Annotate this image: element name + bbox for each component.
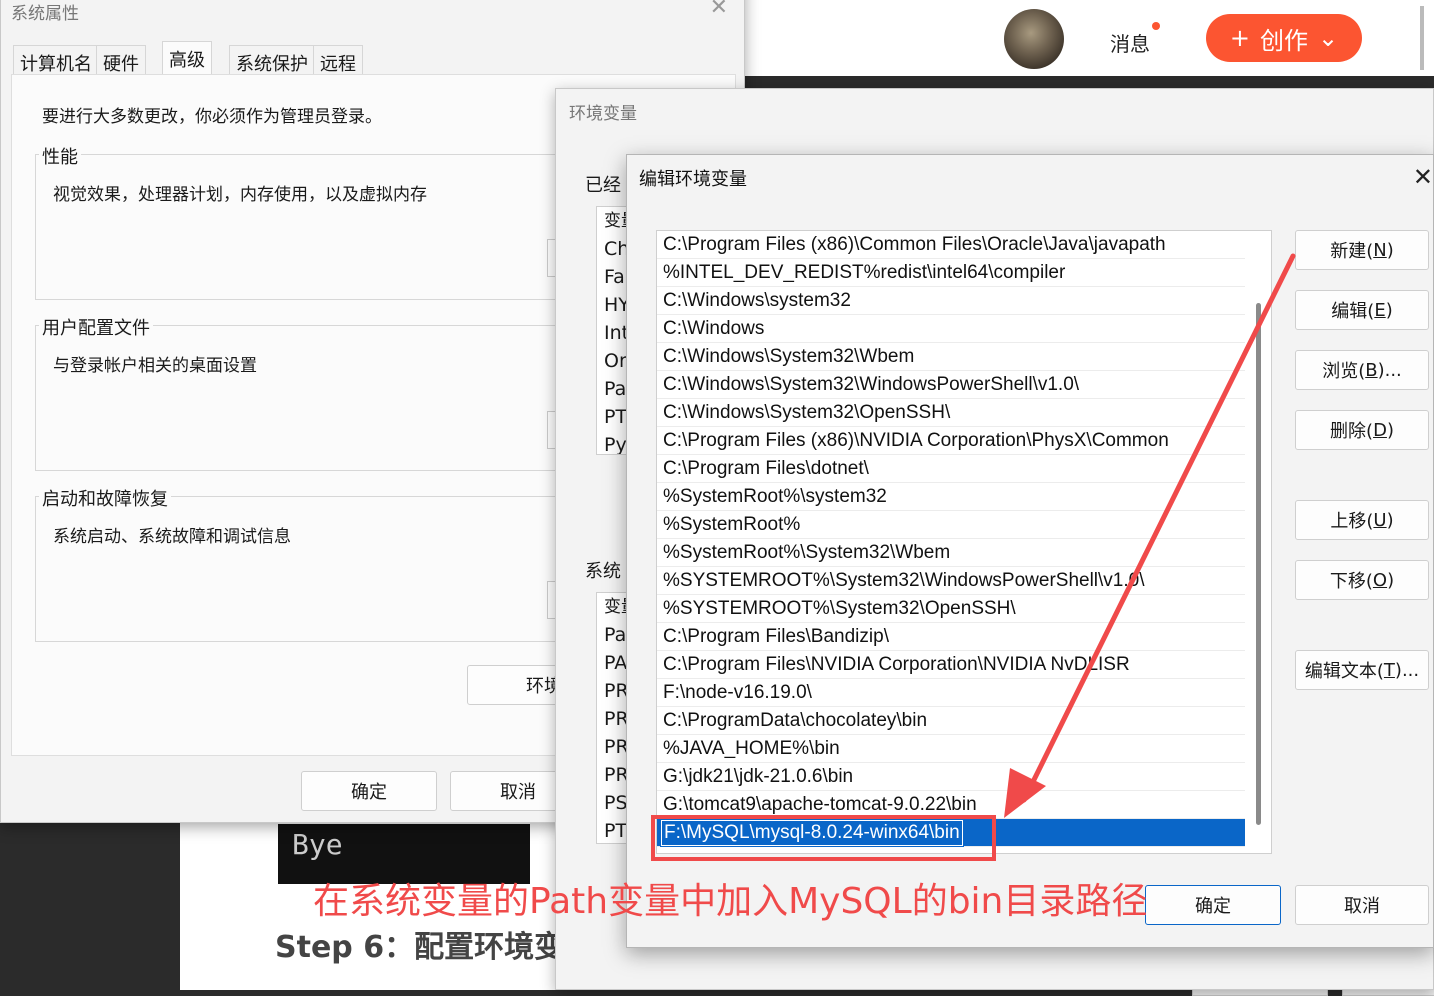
create-label: 创作: [1260, 26, 1308, 55]
path-entry[interactable]: %SYSTEMROOT%\System32\OpenSSH\: [657, 595, 1245, 623]
path-entry[interactable]: C:\Windows: [657, 315, 1245, 343]
path-entry[interactable]: C:\Program Files (x86)\NVIDIA Corporatio…: [657, 427, 1245, 455]
path-entry[interactable]: C:\Program Files\NVIDIA Corporation\NVID…: [657, 651, 1245, 679]
dialog-title: 环境变量: [569, 104, 637, 124]
ok-button[interactable]: 确定: [1145, 885, 1281, 925]
path-entry[interactable]: C:\Windows\system32: [657, 287, 1245, 315]
path-entry[interactable]: C:\Program Files (x86)\Common Files\Orac…: [657, 231, 1245, 259]
startup-recovery-description: 系统启动、系统故障和调试信息: [53, 527, 291, 547]
path-entry[interactable]: %INTEL_DEV_REDIST%redist\intel64\compile…: [657, 259, 1245, 287]
ok-button[interactable]: 确定: [301, 771, 437, 811]
tab-system-protection[interactable]: 系统保护: [229, 45, 315, 75]
new-button[interactable]: 新建(N): [1295, 230, 1429, 270]
close-icon[interactable]: ✕: [710, 0, 728, 20]
startup-recovery-title: 启动和故障恢复: [39, 485, 171, 511]
startup-recovery-group: [35, 496, 575, 642]
path-entry[interactable]: C:\ProgramData\chocolatey\bin: [657, 707, 1245, 735]
chevron-down-icon: ⌄: [1318, 24, 1339, 52]
annotation-highlight-box: [651, 815, 996, 861]
path-entry[interactable]: C:\Windows\System32\Wbem: [657, 343, 1245, 371]
dialog-title: 系统属性: [11, 4, 79, 24]
user-profiles-group: [35, 325, 575, 471]
edit-button[interactable]: 编辑(E): [1295, 290, 1429, 330]
path-list-scrollbar[interactable]: [1256, 303, 1261, 825]
notification-dot: [1152, 22, 1160, 30]
path-entry[interactable]: C:\Windows\System32\WindowsPowerShell\v1…: [657, 371, 1245, 399]
tab-computer-name[interactable]: 计算机名: [13, 45, 99, 75]
tab-remote[interactable]: 远程: [313, 45, 363, 75]
performance-title: 性能: [39, 143, 81, 169]
performance-description: 视觉效果，处理器计划，内存使用，以及虚拟内存: [53, 185, 427, 205]
avatar[interactable]: [1004, 9, 1064, 69]
path-entry[interactable]: G:\jdk21\jdk-21.0.6\bin: [657, 763, 1245, 791]
browse-button[interactable]: 浏览(B)...: [1295, 350, 1429, 390]
path-entry[interactable]: C:\Windows\System32\OpenSSH\: [657, 399, 1245, 427]
step-heading: Step 6：配置环境变: [275, 930, 565, 965]
messages-link[interactable]: 消息: [1110, 28, 1150, 57]
system-variables-label: 系统: [585, 561, 621, 582]
user-variables-label: 已经: [585, 175, 621, 196]
path-entry[interactable]: C:\Program Files\Bandizip\: [657, 623, 1245, 651]
path-entry[interactable]: %SYSTEMROOT%\System32\WindowsPowerShell\…: [657, 567, 1245, 595]
path-entry[interactable]: %SystemRoot%: [657, 511, 1245, 539]
path-entry[interactable]: %SystemRoot%\System32\Wbem: [657, 539, 1245, 567]
edit-text-button[interactable]: 编辑文本(T)...: [1295, 650, 1429, 690]
delete-button[interactable]: 删除(D): [1295, 410, 1429, 450]
path-entries-list[interactable]: C:\Program Files (x86)\Common Files\Orac…: [656, 230, 1272, 854]
dialog-title: 编辑环境变量: [639, 169, 747, 190]
path-entry[interactable]: %JAVA_HOME%\bin: [657, 735, 1245, 763]
move-down-button[interactable]: 下移(O): [1295, 560, 1429, 600]
path-entry[interactable]: F:\node-v16.19.0\: [657, 679, 1245, 707]
user-profiles-description: 与登录帐户相关的桌面设置: [53, 356, 257, 376]
move-up-button[interactable]: 上移(U): [1295, 500, 1429, 540]
close-icon[interactable]: ✕: [1413, 163, 1433, 191]
path-entry[interactable]: C:\Program Files\dotnet\: [657, 455, 1245, 483]
create-button[interactable]: + 创作 ⌄: [1206, 14, 1362, 62]
user-profiles-title: 用户配置文件: [39, 314, 153, 340]
performance-group: [35, 154, 575, 300]
path-entry[interactable]: %SystemRoot%\system32: [657, 483, 1245, 511]
terminal-text: Bye: [292, 828, 343, 861]
page-scrollbar[interactable]: [1420, 6, 1424, 70]
tab-advanced[interactable]: 高级: [162, 41, 212, 75]
plus-icon: +: [1229, 24, 1250, 52]
cancel-button[interactable]: 取消: [1295, 885, 1429, 925]
tab-hardware[interactable]: 硬件: [96, 45, 146, 75]
web-header: 消息 + 创作 ⌄: [740, 0, 1434, 76]
admin-notice: 要进行大多数更改，你必须作为管理员登录。: [42, 107, 382, 127]
annotation-caption: 在系统变量的Path变量中加入MySQL的bin目录路径: [313, 881, 1148, 922]
